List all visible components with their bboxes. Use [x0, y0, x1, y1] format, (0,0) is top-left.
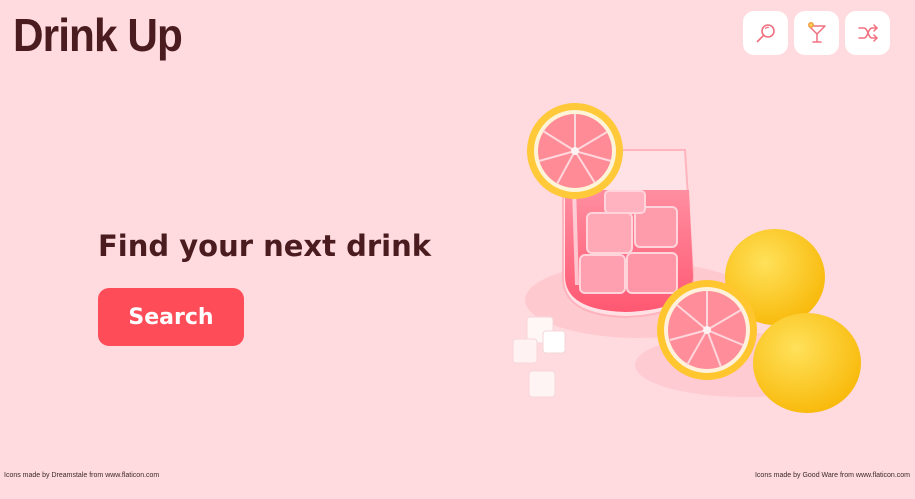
credit-left-site-link[interactable]: www.flaticon.com [105, 472, 159, 479]
search-button[interactable]: Search [98, 288, 244, 346]
credit-left-author-link[interactable]: Dreamstale [51, 472, 87, 479]
cocktail-icon [807, 22, 826, 43]
search-icon [756, 24, 775, 43]
cocktail-nav-button[interactable] [794, 11, 839, 55]
credit-right-site-link[interactable]: www.flaticon.com [856, 472, 910, 479]
top-nav [743, 11, 890, 55]
hero-heading: Find your next drink [98, 229, 432, 263]
drink-image [512, 103, 861, 413]
search-nav-button[interactable] [743, 11, 788, 55]
shuffle-icon [857, 24, 878, 42]
page: Drink Up Find your next drink Search Ico… [0, 0, 915, 499]
app-title: Drink Up [13, 9, 183, 61]
random-nav-button[interactable] [845, 11, 890, 55]
credit-left: Icons made by Dreamstale from www.flatic… [4, 472, 160, 479]
credit-right: Icons made by Good Ware from www.flatico… [754, 472, 910, 479]
credit-right-author-link[interactable]: Good Ware [802, 472, 838, 479]
